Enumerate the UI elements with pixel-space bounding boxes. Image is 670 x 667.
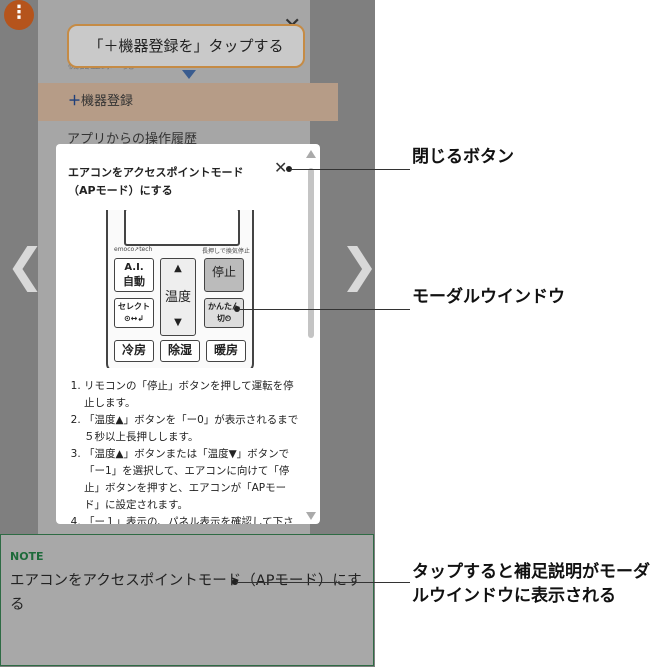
step-item: 「温度▲」ボタンまたは「温度▼」ボタンで「ー1」を選択して、エアコンに向けて「停… [84, 446, 300, 514]
remote-brand: emoco↗tech [114, 246, 153, 253]
remote-cool-button: 冷房 [114, 340, 154, 362]
note-tag: NOTE [10, 550, 44, 563]
remote-easy-bottom: 切⏲ [216, 314, 232, 323]
note-text: エアコンをアクセスポイントモード（APモード）にする [10, 573, 362, 613]
next-slide-icon[interactable]: ❯ [340, 240, 375, 290]
remote-stop-button: 停止 [204, 258, 244, 292]
remote-display [124, 210, 240, 246]
scroll-up-icon[interactable] [306, 150, 316, 158]
remote-temp-label: 温度 [164, 290, 191, 305]
step-item: 「ー１」表示の、パネル表示を確認して下さい。 [84, 514, 300, 524]
remote-dry-button: 除湿 [160, 340, 200, 362]
step-item: 「温度▲」ボタンを「ー0」が表示されるまで５秒以上長押しします。 [84, 412, 300, 446]
tooltip-arrow-icon [182, 70, 196, 79]
remote-heat-button: 暖房 [206, 340, 246, 362]
remote-auto-button: A.I. 自動 [114, 258, 154, 292]
note-box[interactable]: NOTE エアコンをアクセスポイントモード（APモード）にする [0, 534, 374, 666]
remote-select-top: セレクト [118, 302, 150, 311]
callout-modal-window: モーダルウインドウ [412, 287, 565, 307]
prev-slide-icon[interactable]: ❮ [6, 240, 45, 290]
remote-auto-top: A.I. [124, 262, 144, 273]
scroll-thumb[interactable] [308, 168, 314, 338]
scroll-down-icon[interactable] [306, 512, 316, 520]
modal-scrollbar[interactable] [306, 150, 316, 520]
remote-temp-button: ▲ 温度 ▼ [160, 258, 196, 336]
remote-body: emoco↗tech 長押しで換気停止 A.I. 自動 ▲ 温度 ▼ 停止 セレ… [106, 210, 254, 368]
note-callout-line [236, 582, 410, 583]
remote-select-bottom: ⊙↔↲ [123, 314, 145, 323]
remote-easy-off-button: かんたん 切⏲ [204, 298, 244, 328]
modal-window: エアコンをアクセスポイントモード（APモード）にする ✕ emoco↗tech … [56, 144, 320, 524]
remote-control-image: emoco↗tech 長押しで換気停止 A.I. 自動 ▲ 温度 ▼ 停止 セレ… [106, 210, 256, 368]
remote-stop-label: 停止 [211, 265, 236, 279]
temp-down-icon: ▼ [174, 317, 182, 328]
remote-auto-bottom: 自動 [123, 275, 145, 288]
more-vertical-icon: ⋮ [10, 2, 28, 23]
plus-icon: ＋ [68, 94, 82, 109]
callout-tap-note: タップすると補足説明がモーダルウインドウに表示される [412, 562, 650, 606]
remote-hint: 長押しで換気停止 [202, 248, 250, 255]
temp-up-icon: ▲ [174, 263, 182, 274]
modal-title: エアコンをアクセスポイントモード（APモード）にする [68, 166, 244, 197]
step-item: リモコンの「停止」ボタンを押して運転を停止します。 [84, 378, 300, 412]
remote-select-button: セレクト ⊙↔↲ [114, 298, 154, 328]
modal-callout-line [238, 309, 410, 310]
instruction-steps: リモコンの「停止」ボタンを押して運転を停止します。 「温度▲」ボタンを「ー0」が… [68, 378, 300, 524]
callout-close-button: 閉じるボタン [412, 147, 514, 167]
menu-button[interactable]: ⋮ [4, 0, 34, 30]
add-device-button[interactable]: ＋機器登録 [38, 83, 338, 121]
guide-tooltip: 「＋機器登録を」タップする [67, 24, 305, 68]
add-device-label: 機器登録 [81, 94, 134, 109]
close-callout-line [290, 169, 410, 170]
